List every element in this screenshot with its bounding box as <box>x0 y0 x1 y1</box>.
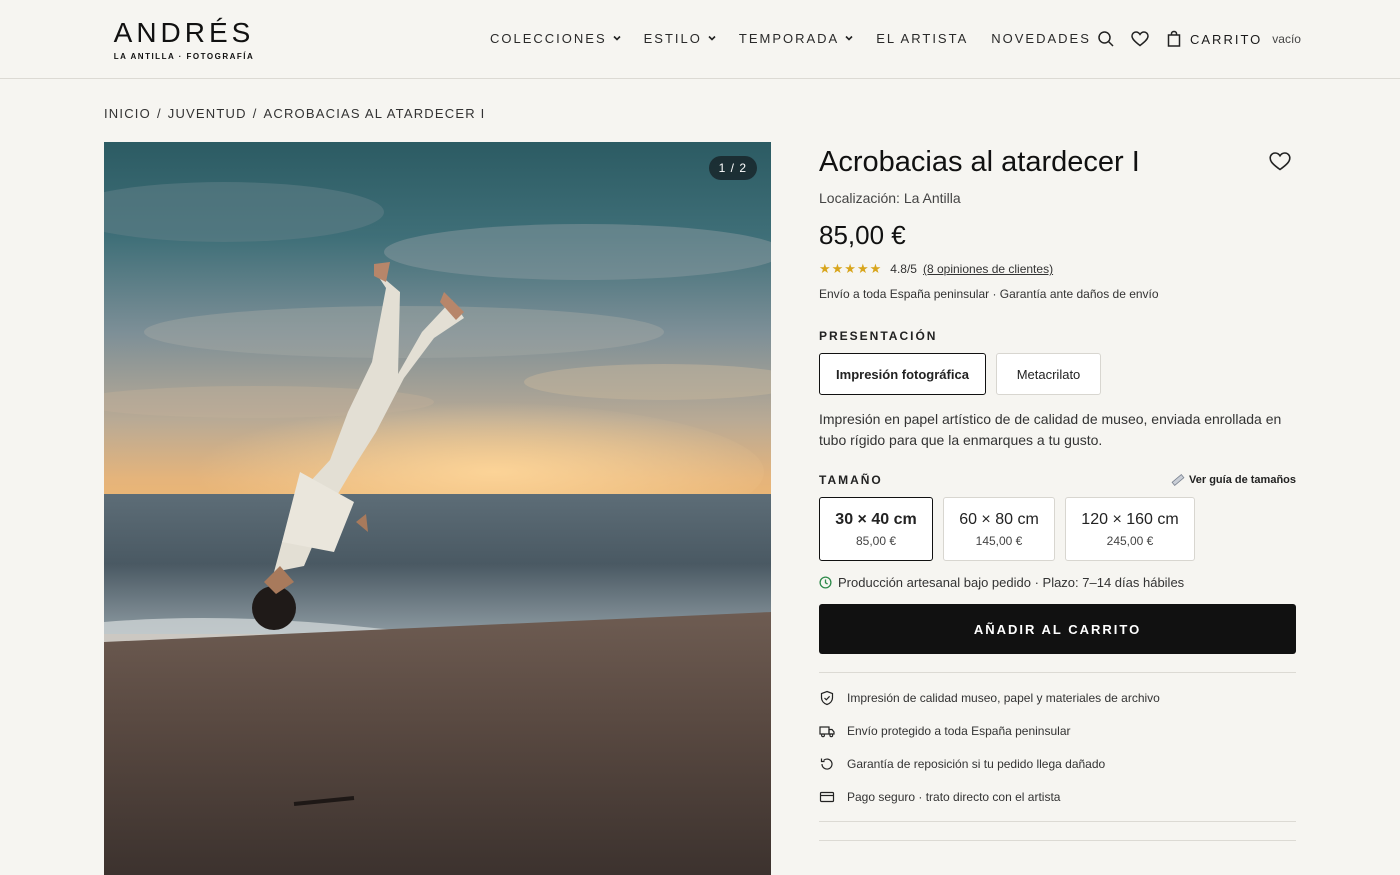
chevron-down-icon <box>613 35 621 41</box>
brand-tagline: LA ANTILLA · FOTOGRAFÍA <box>113 52 255 61</box>
size-dimensions: 30 × 40 cm <box>835 510 917 528</box>
shopping-bag-icon[interactable] <box>1164 29 1184 49</box>
shipping-note: Envío a toda España peninsular · Garantí… <box>819 287 1159 301</box>
nav-item-novedades[interactable]: NOVEDADES <box>991 31 1091 46</box>
product-details: Acrobacias al atardecer I Localización: … <box>819 142 1296 841</box>
size-price: 245,00 € <box>1106 533 1154 548</box>
rating-score: 4.8/5 <box>890 262 917 276</box>
size-guide-link[interactable]: Ver guía de tamaños <box>1171 473 1296 487</box>
product-price: 85,00 € <box>819 220 906 250</box>
main-nav: COLECCIONES ESTILO TEMPORADA EL ARTISTA … <box>490 31 1114 46</box>
clock-icon <box>819 576 832 589</box>
feature-item: Envío protegido a toda España peninsular <box>819 714 1296 747</box>
reviews-link[interactable]: (8 opiniones de clientes) <box>923 262 1053 276</box>
production-text: Producción artesanal bajo pedido · Plazo… <box>838 575 1185 590</box>
cart-button[interactable]: CARRITO <box>1190 32 1262 47</box>
header-actions: CARRITO vacío <box>1096 29 1301 49</box>
chevron-down-icon <box>845 35 853 41</box>
breadcrumb: INICIO / JUVENTUD / ACROBACIAS AL ATARDE… <box>104 106 485 121</box>
add-to-cart-button[interactable]: AÑADIR AL CARRITO <box>819 604 1296 654</box>
nav-item-estilo[interactable]: ESTILO <box>644 31 716 46</box>
shield-check-icon <box>820 690 834 705</box>
site-header: ANDRÉS LA ANTILLA · FOTOGRAFÍA COLECCION… <box>0 0 1400 79</box>
feature-item: Impresión de calidad museo, papel y mate… <box>819 681 1296 714</box>
cart-status: vacío <box>1272 32 1301 46</box>
product-image-gallery[interactable]: 1 / 2 <box>104 142 771 875</box>
nav-item-el-artista[interactable]: EL ARTISTA <box>876 31 968 46</box>
presentation-option-metacrilato[interactable]: Metacrilato <box>996 353 1101 395</box>
brand-logo[interactable]: ANDRÉS LA ANTILLA · FOTOGRAFÍA <box>104 17 264 62</box>
breadcrumb-item-inicio[interactable]: INICIO <box>104 106 151 121</box>
feature-text: Impresión de calidad museo, papel y mate… <box>847 690 1160 705</box>
breadcrumb-item-juventud[interactable]: JUVENTUD <box>168 106 247 121</box>
divider <box>819 840 1296 841</box>
size-dimensions: 60 × 80 cm <box>959 510 1039 528</box>
product-location: Localización: La Antilla <box>819 190 961 206</box>
size-header: TAMAÑO Ver guía de tamaños <box>819 473 1296 487</box>
breadcrumb-current: ACROBACIAS AL ATARDECER I <box>263 106 486 121</box>
feature-list: Impresión de calidad museo, papel y mate… <box>819 672 1296 822</box>
rating: ★★★★★ 4.8/5 (8 opiniones de clientes) <box>819 261 1296 277</box>
size-price: 85,00 € <box>855 533 897 548</box>
size-guide-label: Ver guía de tamaños <box>1189 474 1296 486</box>
image-counter: 1 / 2 <box>708 156 757 180</box>
product-title: Acrobacias al atardecer I <box>819 146 1140 178</box>
size-option-120x160[interactable]: 120 × 160 cm 245,00 € <box>1065 497 1195 561</box>
production-note: Producción artesanal bajo pedido · Plazo… <box>819 575 1296 590</box>
chevron-down-icon <box>708 35 716 41</box>
star-rating-icon: ★★★★★ <box>819 261 883 276</box>
feature-text: Envío protegido a toda España peninsular <box>847 723 1071 738</box>
heart-icon[interactable] <box>1130 29 1150 49</box>
feature-text: Garantía de reposición si tu pedido lleg… <box>847 756 1106 771</box>
brand-name: ANDRÉS <box>113 17 255 48</box>
nav-item-colecciones[interactable]: COLECCIONES <box>490 31 621 46</box>
presentation-label: PRESENTACIÓN <box>819 329 938 343</box>
nav-item-label: ESTILO <box>643 31 702 46</box>
credit-card-icon <box>819 791 835 802</box>
nav-item-label: COLECCIONES <box>490 31 607 46</box>
presentation-description: Impresión en papel artístico de de calid… <box>819 411 1282 448</box>
presentation-options: Impresión fotográfica Metacrilato <box>819 353 1296 395</box>
nav-item-label: TEMPORADA <box>738 31 840 46</box>
feature-item: Garantía de reposición si tu pedido lleg… <box>819 747 1296 780</box>
search-icon[interactable] <box>1096 29 1116 49</box>
truck-icon <box>819 725 835 737</box>
breadcrumb-separator: / <box>252 106 258 121</box>
size-option-60x80[interactable]: 60 × 80 cm 145,00 € <box>943 497 1055 561</box>
size-dimensions: 120 × 160 cm <box>1081 510 1179 528</box>
size-label: TAMAÑO <box>819 473 883 487</box>
presentation-option-impresion[interactable]: Impresión fotográfica <box>819 353 986 395</box>
nav-item-label: NOVEDADES <box>991 31 1091 46</box>
size-price: 145,00 € <box>975 533 1023 548</box>
breadcrumb-separator: / <box>156 106 162 121</box>
product-photo <box>104 142 771 875</box>
heart-icon[interactable] <box>1268 150 1292 172</box>
ruler-icon <box>1171 474 1185 486</box>
nav-item-label: EL ARTISTA <box>876 31 969 46</box>
refresh-icon <box>820 757 833 770</box>
size-options: 30 × 40 cm 85,00 € 60 × 80 cm 145,00 € 1… <box>819 497 1296 561</box>
feature-text: Pago seguro · trato directo con el artis… <box>847 789 1061 804</box>
feature-item: Pago seguro · trato directo con el artis… <box>819 780 1296 813</box>
nav-item-temporada[interactable]: TEMPORADA <box>739 31 853 46</box>
size-option-30x40[interactable]: 30 × 40 cm 85,00 € <box>819 497 933 561</box>
